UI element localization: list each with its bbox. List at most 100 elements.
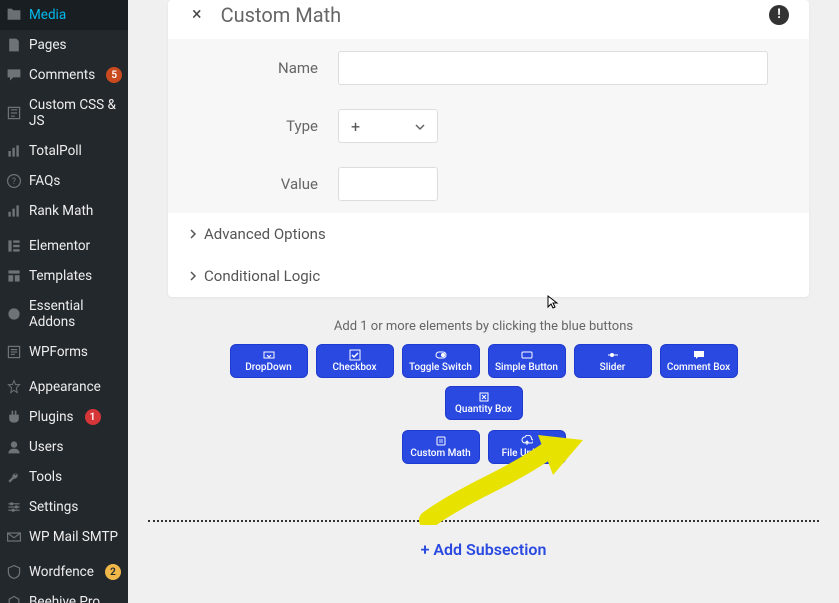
sidebar-item-pages[interactable]: Pages (0, 30, 128, 60)
sidebar-item-label: Comments (29, 67, 95, 83)
type-label: Type (188, 117, 338, 135)
toggle-element-button[interactable]: Toggle Switch (402, 344, 480, 378)
wordfence-badge: 2 (105, 564, 121, 580)
elements-row-1: DropDown Checkbox Toggle Switch Simple B… (128, 344, 839, 420)
panel-title: Custom Math (221, 3, 754, 27)
sidebar-item-label: FAQs (29, 173, 60, 189)
el-label: Slider (600, 362, 626, 373)
settings-icon (6, 499, 22, 515)
customcss-icon (6, 105, 22, 121)
sidebar-item-templates[interactable]: Templates (0, 261, 128, 291)
panel-form: Name Type + Value (168, 39, 809, 213)
wordfence-icon (6, 564, 22, 580)
addons-icon (6, 306, 22, 322)
sidebar-item-wpforms[interactable]: WPForms (0, 337, 128, 367)
sidebar-item-label: Tools (29, 469, 62, 485)
el-label: Comment Box (667, 362, 730, 373)
sidebar-item-label: Pages (29, 37, 67, 53)
sidebar-item-totalpoll[interactable]: TotalPoll (0, 136, 128, 166)
sidebar-item-label: Custom CSS & JS (29, 97, 120, 129)
value-label: Value (188, 175, 338, 193)
hint-text: Add 1 or more elements by clicking the b… (128, 319, 839, 334)
form-row-value: Value (188, 155, 789, 213)
sidebar-item-settings[interactable]: Settings (0, 492, 128, 522)
sidebar-item-label: Essential Addons (29, 298, 120, 330)
quantity-element-button[interactable]: Quantity Box (445, 386, 523, 420)
sidebar-item-appearance[interactable]: Appearance (0, 372, 128, 402)
elementor-icon (6, 238, 22, 254)
sidebar-item-elementor[interactable]: Elementor (0, 231, 128, 261)
advanced-label: Advanced Options (204, 225, 326, 243)
plugins-icon (6, 409, 22, 425)
element-settings-panel: × Custom Math ! Name Type + Value (168, 0, 809, 297)
checkbox-icon (349, 349, 361, 361)
plugins-badge: 1 (85, 409, 101, 425)
sidebar-item-plugins[interactable]: Plugins 1 (0, 402, 128, 432)
sidebar-item-wpmailsmtp[interactable]: WP Mail SMTP (0, 522, 128, 552)
sidebar-item-beehive[interactable]: Beehive Pro (0, 587, 128, 603)
sidebar-item-customcss[interactable]: Custom CSS & JS (0, 90, 128, 136)
el-label: File Upload (502, 448, 552, 459)
el-label: Toggle Switch (409, 362, 472, 373)
faqs-icon: ? (6, 173, 22, 189)
el-label: DropDown (245, 362, 291, 373)
el-label: Checkbox (332, 362, 376, 373)
wpforms-icon (6, 344, 22, 360)
value-field[interactable] (338, 167, 438, 201)
form-row-type: Type + (188, 97, 789, 155)
fileupload-element-button[interactable]: File Upload (488, 430, 566, 464)
button-element-button[interactable]: Simple Button (488, 344, 566, 378)
sidebar-item-label: Users (29, 439, 63, 455)
admin-sidebar: Media Pages Comments 5 Custom CSS & JS T… (0, 0, 128, 603)
sidebar-item-tools[interactable]: Tools (0, 462, 128, 492)
sidebar-item-label: Media (29, 7, 66, 23)
svg-text:?: ? (12, 177, 16, 187)
sidebar-item-comments[interactable]: Comments 5 (0, 60, 128, 90)
sidebar-item-rankmath[interactable]: Rank Math (0, 196, 128, 226)
sidebar-item-wordfence[interactable]: Wordfence 2 (0, 557, 128, 587)
name-field[interactable] (338, 51, 768, 85)
custommath-element-button[interactable]: Custom Math (402, 430, 480, 464)
sidebar-item-label: Beehive Pro (29, 594, 100, 603)
button-icon (521, 349, 533, 361)
sidebar-item-essentialaddons[interactable]: Essential Addons (0, 291, 128, 337)
type-select[interactable]: + (338, 109, 438, 143)
conditional-logic-toggle[interactable]: Conditional Logic (168, 255, 809, 297)
sidebar-item-label: Settings (29, 499, 78, 515)
chevron-right-icon (188, 225, 198, 243)
checkbox-element-button[interactable]: Checkbox (316, 344, 394, 378)
add-subsection-button[interactable]: + Add Subsection (128, 540, 839, 559)
sidebar-item-label: TotalPoll (29, 143, 82, 159)
mailsmtp-icon (6, 529, 22, 545)
sidebar-item-label: Appearance (29, 379, 101, 395)
panel-header: × Custom Math ! (168, 0, 809, 39)
quantity-icon (478, 391, 490, 403)
media-icon (6, 7, 22, 23)
help-icon[interactable]: ! (769, 5, 789, 25)
sidebar-item-users[interactable]: Users (0, 432, 128, 462)
conditional-label: Conditional Logic (204, 267, 320, 285)
slider-icon (607, 349, 619, 361)
comment-element-button[interactable]: Comment Box (660, 344, 738, 378)
sidebar-item-label: Wordfence (29, 564, 94, 580)
chevron-down-icon (415, 117, 425, 136)
sidebar-item-faqs[interactable]: ? FAQs (0, 166, 128, 196)
upload-icon (521, 435, 533, 447)
el-label: Simple Button (495, 362, 558, 373)
appearance-icon (6, 379, 22, 395)
beehive-icon (6, 594, 22, 603)
advanced-options-toggle[interactable]: Advanced Options (168, 213, 809, 255)
toggle-icon (435, 349, 447, 361)
sidebar-item-media[interactable]: Media (0, 0, 128, 30)
dropdown-element-button[interactable]: DropDown (230, 344, 308, 378)
slider-element-button[interactable]: Slider (574, 344, 652, 378)
comments-icon (6, 67, 22, 83)
math-icon (435, 435, 447, 447)
elements-row-2: Custom Math File Upload (128, 430, 839, 464)
sidebar-item-label: Elementor (29, 238, 90, 254)
sidebar-item-label: WPForms (29, 344, 88, 360)
form-row-name: Name (188, 39, 789, 97)
sidebar-item-label: Templates (29, 268, 92, 284)
name-label: Name (188, 59, 338, 77)
close-icon[interactable]: × (188, 0, 206, 29)
